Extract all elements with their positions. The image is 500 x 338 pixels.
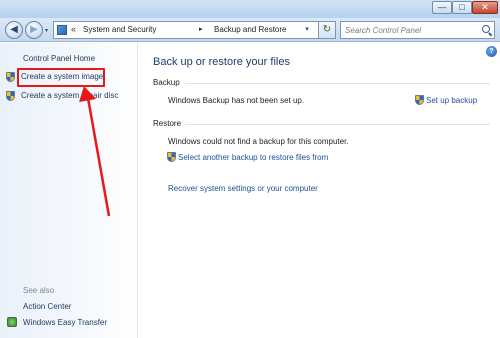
annotation-highlight-box [17,68,105,87]
control-panel-icon [57,25,67,35]
restore-section-heading: Restore [153,119,182,128]
close-button[interactable]: ✕ [472,1,498,14]
forward-button[interactable]: ▶ [25,21,43,39]
easy-transfer-icon [7,317,17,327]
windows-easy-transfer-link[interactable]: Windows Easy Transfer [23,318,107,327]
uac-shield-icon [167,152,176,162]
recover-system-settings-link[interactable]: Recover system settings or your computer [168,184,318,193]
refresh-button[interactable]: ↻ [318,21,336,39]
maximize-button[interactable]: □ [452,1,472,14]
search-input[interactable] [341,22,479,38]
recent-pages-dropdown[interactable]: ▾ [45,27,48,34]
uac-shield-icon [6,91,15,101]
search-icon[interactable] [482,25,490,33]
help-icon[interactable]: ? [486,46,497,57]
action-center-link[interactable]: Action Center [23,302,71,311]
set-up-backup-link[interactable]: Set up backup [426,96,477,105]
address-overflow-chevron[interactable]: « [71,24,76,34]
restore-status-text: Windows could not find a backup for this… [168,137,349,146]
back-button[interactable]: ◀ [5,21,23,39]
breadcrumb-backup-and-restore[interactable]: Backup and Restore [214,25,287,34]
control-panel-home-link[interactable]: Control Panel Home [23,54,95,63]
left-task-pane: Control Panel Home Create a system image… [0,43,138,338]
breadcrumb-system-and-security[interactable]: System and Security [83,25,156,34]
section-divider [185,124,490,125]
minimize-button[interactable]: — [432,1,452,14]
section-divider [185,83,490,84]
page-title: Back up or restore your files [153,56,290,68]
navigation-bar: ◀ ▶ ▾ « System and Security ▸ Backup and… [0,18,500,42]
create-system-repair-disc-link[interactable]: Create a system repair disc [21,91,118,100]
window-title-bar: — □ ✕ [0,0,500,18]
address-dropdown[interactable]: ▾ [301,21,313,39]
see-also-heading: See also [23,286,55,295]
backup-section-heading: Backup [153,78,180,87]
select-another-backup-link[interactable]: Select another backup to restore files f… [178,153,328,162]
search-box[interactable] [340,21,495,39]
uac-shield-icon [6,72,15,82]
uac-shield-icon [415,95,424,105]
backup-status-text: Windows Backup has not been set up. [168,96,305,105]
breadcrumb-separator[interactable]: ▸ [199,25,203,33]
address-bar[interactable]: « System and Security ▸ Backup and Resto… [53,21,335,39]
